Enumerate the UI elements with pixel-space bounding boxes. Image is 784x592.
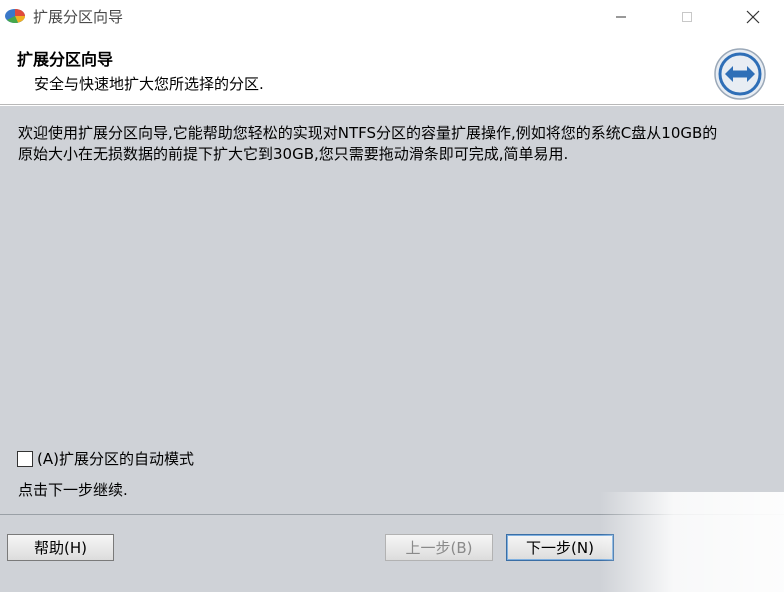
header-subtitle: 安全与快速地扩大您所选择的分区. — [34, 75, 264, 93]
help-button[interactable]: 帮助(H) — [7, 534, 114, 561]
window-title: 扩展分区向导 — [33, 8, 124, 26]
header-title: 扩展分区向导 — [17, 50, 114, 69]
prev-button[interactable]: 上一步(B) — [385, 534, 493, 561]
auto-mode-option[interactable]: (A)扩展分区的自动模式 — [17, 448, 194, 469]
wizard-description: 欢迎使用扩展分区向导,它能帮助您轻松的实现对NTFS分区的容量扩展操作,例如将您… — [18, 124, 718, 163]
close-button[interactable] — [730, 0, 776, 33]
minimize-button[interactable] — [598, 0, 644, 33]
auto-mode-checkbox[interactable] — [17, 450, 33, 467]
maximize-button[interactable] — [664, 0, 710, 33]
close-icon — [746, 10, 760, 23]
wizard-header: 扩展分区向导 安全与快速地扩大您所选择的分区. — [0, 33, 784, 105]
next-button[interactable]: 下一步(N) — [506, 534, 614, 561]
minimize-icon — [616, 16, 626, 17]
expand-arrows-icon — [714, 48, 766, 100]
wizard-content: 欢迎使用扩展分区向导,它能帮助您轻松的实现对NTFS分区的容量扩展操作,例如将您… — [0, 106, 784, 514]
auto-mode-label[interactable]: (A)扩展分区的自动模式 — [37, 448, 194, 469]
continue-note: 点击下一步继续. — [18, 481, 128, 499]
screen-glare — [600, 492, 784, 592]
maximize-icon — [682, 11, 692, 22]
title-bar: 扩展分区向导 — [0, 0, 784, 33]
partition-app-icon — [5, 9, 26, 23]
